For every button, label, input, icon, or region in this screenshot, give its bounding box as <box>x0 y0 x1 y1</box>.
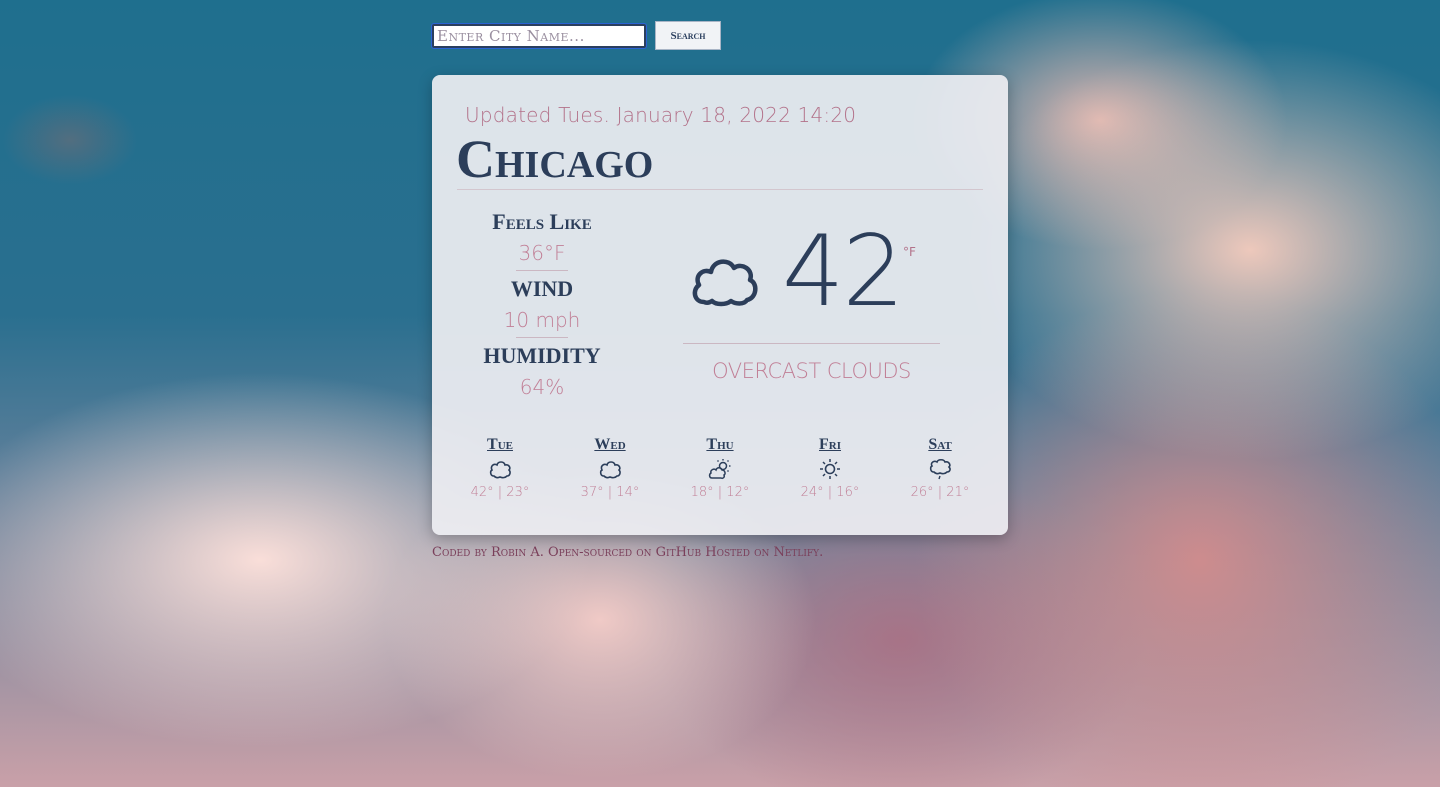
forecast-day: Wed 37° | 14° <box>555 435 665 504</box>
forecast-day-name[interactable]: Fri <box>775 435 885 455</box>
humidity-label: HUMIDITY <box>483 343 601 368</box>
cloud-drizzle-icon <box>929 458 951 480</box>
forecast-temps: 42° | 23° <box>470 485 530 500</box>
weather-description: overcast clouds <box>712 359 911 383</box>
detail-divider <box>516 270 568 271</box>
humidity-value: 64% <box>519 375 565 399</box>
current-temperature: 42 <box>782 215 905 329</box>
cloud-icon <box>489 461 511 479</box>
search-button[interactable]: Search <box>655 21 721 50</box>
forecast-temps: 26° | 21° <box>910 485 970 500</box>
forecast-day: Fri 24° | 16° <box>775 435 885 504</box>
forecast-temps: 24° | 16° <box>800 485 860 500</box>
forecast-row: Tue 42° | 23° Wed 37° | 14° Thu 18° | 12… <box>445 435 995 504</box>
weather-card: Updated Tues. January 18, 2022 14:20 Chi… <box>432 75 1008 535</box>
forecast-day: Tue 42° | 23° <box>445 435 555 504</box>
city-name: Chicago <box>456 129 654 189</box>
forecast-temps: 18° | 12° <box>690 485 750 500</box>
forecast-day-name[interactable]: Wed <box>555 435 665 455</box>
feels-like-label: Feels Like <box>492 209 592 234</box>
footer: Coded by Robin A. Open-sourced on GitHub… <box>432 545 823 560</box>
divider <box>683 343 940 344</box>
last-updated: Updated Tues. January 18, 2022 14:20 <box>465 103 857 127</box>
forecast-day: Thu 18° | 12° <box>665 435 775 504</box>
cloud-icon <box>599 461 621 479</box>
forecast-day: Sat 26° | 21° <box>885 435 995 504</box>
wind-label: WIND <box>510 276 574 301</box>
city-search-input[interactable] <box>431 22 647 49</box>
divider <box>457 189 983 190</box>
github-link[interactable]: Open-sourced on GitHub <box>548 545 701 560</box>
forecast-day-name[interactable]: Tue <box>445 435 555 455</box>
cloud-icon <box>692 259 758 307</box>
forecast-day-name[interactable]: Thu <box>665 435 775 455</box>
wind-value: 10 mph <box>503 308 581 332</box>
feels-like-value: 36°F <box>518 241 566 265</box>
forecast-day-name[interactable]: Sat <box>885 435 995 455</box>
partly-cloudy-icon <box>708 459 731 479</box>
temperature-unit[interactable]: °F <box>903 245 916 259</box>
forecast-temps: 37° | 14° <box>580 485 640 500</box>
search-bar: Search <box>431 21 721 50</box>
netlify-link[interactable]: Hosted on Netlify. <box>705 545 823 560</box>
coded-by-link[interactable]: Coded by Robin A. <box>432 545 544 560</box>
weather-details: Feels Like 36°F WIND 10 mph HUMIDITY 64% <box>462 208 622 404</box>
sun-icon <box>820 459 840 479</box>
detail-divider <box>516 337 568 338</box>
